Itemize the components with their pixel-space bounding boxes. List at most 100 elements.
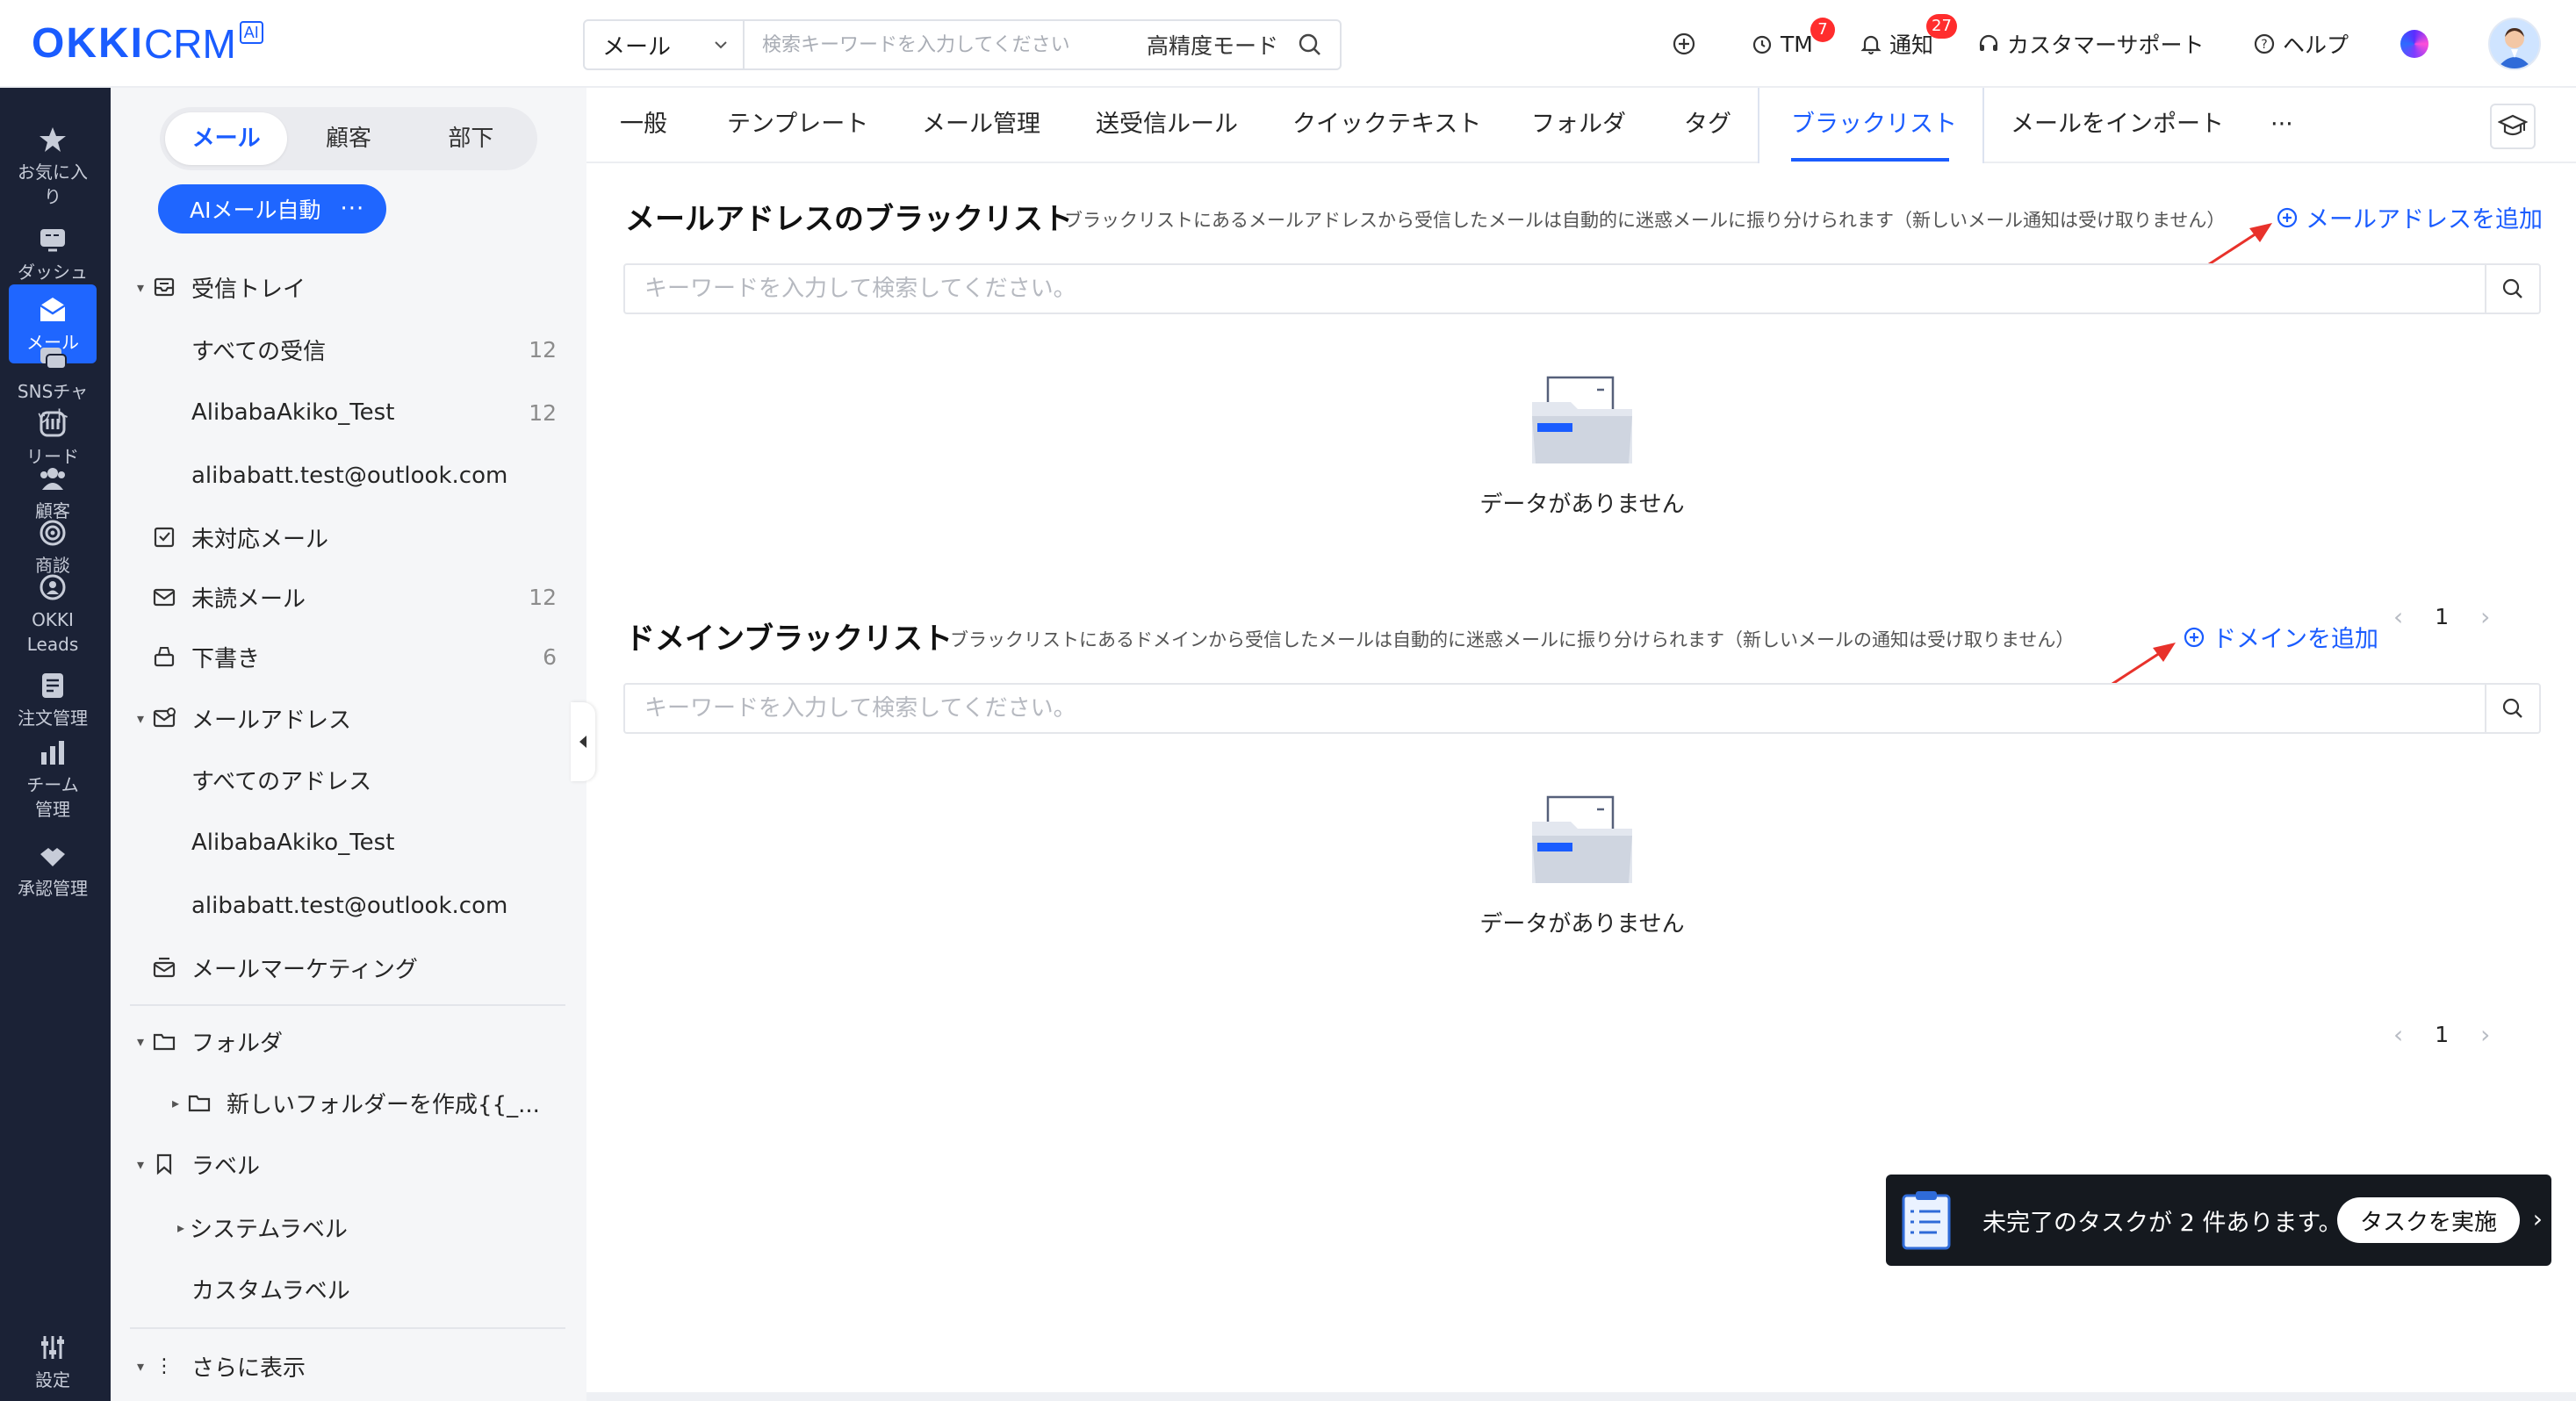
tree-addresses[interactable]: ▾ メールアドレス [111,692,586,744]
nav-favorites[interactable]: お気に入り [9,125,97,209]
email-blacklist-title: メールアドレスのブラックリスト [625,202,1073,237]
app-logo[interactable]: OKKI CRM AI [32,18,263,70]
tree-all-inbox[interactable]: すべての受信 12 [111,323,586,376]
domain-blacklist-empty: データがありません [1468,792,1696,938]
search-icon[interactable] [1294,29,1326,61]
caret-down-icon[interactable]: ▾ [132,1358,149,1375]
tab-folders[interactable]: フォルダ [1531,88,1626,162]
nav-settings[interactable]: 設定 [9,1333,97,1392]
star-icon [40,127,66,152]
tab-more[interactable]: ··· [2270,88,2293,162]
domain-blacklist-search-input[interactable] [625,685,2485,732]
caret-down-icon[interactable]: ▾ [132,279,149,296]
tree-folders-label: フォルダ [191,1030,284,1057]
chevron-right-icon[interactable]: › [2480,1020,2490,1049]
tree-marketing[interactable]: メールマーケティング [111,941,586,994]
tree-inbox-account-2[interactable]: alibabatt.test@outlook.com [111,449,586,502]
graduation-cap-icon[interactable] [2490,104,2536,149]
team-icon [41,741,64,765]
tree-unread[interactable]: 未読メール 12 [111,571,586,623]
chevron-left-icon[interactable]: ‹ [2393,602,2403,631]
tree-folders[interactable]: ▾ フォルダ [111,1015,586,1067]
tab-mail-management[interactable]: メール管理 [922,88,1040,162]
tree-inbox-account-1[interactable]: AlibabaAkiko_Test 12 [111,386,586,439]
help-button[interactable]: ? ヘルプ [2253,23,2349,65]
customers-icon [40,468,65,490]
nav-okki-leads[interactable]: OKKI Leads [9,572,97,657]
sidebar-collapse-toggle[interactable] [571,702,595,781]
segment-subordinates[interactable]: 部下 [410,112,532,165]
chevron-right-icon[interactable]: › [2533,1204,2543,1233]
tab-import-mail[interactable]: メールをインポート [2011,88,2224,162]
tree-drafts[interactable]: 下書き 6 [111,630,586,683]
customer-support-button[interactable]: カスタマーサポート [1977,23,2205,65]
tm-button[interactable]: TM [1751,23,1813,65]
nav-customers[interactable]: 顧客 [9,463,97,523]
search-input[interactable] [745,33,1147,56]
tree-new-folder[interactable]: ▸ 新しいフォルダーを作成{{_... [111,1076,586,1129]
caret-down-icon[interactable]: ▾ [132,1156,149,1173]
tab-general[interactable]: 一般 [620,88,667,162]
tree-all-addresses[interactable]: すべてのアドレス [111,753,586,806]
tree-unhandled[interactable]: 未対応メール [111,511,586,564]
add-email-address-button[interactable]: メールアドレスを追加 [2276,200,2543,234]
nav-orders[interactable]: 注文管理 [9,671,97,730]
nav-settings-label: 設定 [35,1369,70,1390]
tree-custom-labels[interactable]: カスタムラベル [111,1262,586,1315]
chevron-left-icon[interactable]: ‹ [2393,1020,2403,1049]
segment-customers[interactable]: 顧客 [287,112,409,165]
settings-icon [41,1336,64,1359]
nav-approval[interactable]: 承認管理 [9,841,97,901]
global-search: メール 高精度モード [583,19,1342,70]
email-blacklist-description: ブラックリストにあるメールアドレスから受信したメールは自動的に迷惑メールに振り分… [1064,210,2226,231]
target-icon [40,520,66,546]
search-scope-select[interactable]: メール [585,21,745,68]
question-circle-icon: ? [2254,33,2275,54]
inbox-icon [149,275,179,299]
precision-mode-toggle[interactable]: 高精度モード [1147,29,1278,61]
tab-tags[interactable]: タグ [1684,88,1731,162]
search-icon[interactable] [2485,685,2539,732]
tab-quick-text[interactable]: クイックテキスト [1292,88,1481,162]
segment-mail[interactable]: メール [165,112,288,165]
bookmark-icon [149,1152,179,1176]
nav-leads[interactable]: リード [9,409,97,469]
email-blacklist-page-number[interactable]: 1 [2435,604,2449,629]
sidebar-segment-control: メール 顧客 部下 [160,107,537,170]
quick-add-button[interactable] [1672,23,1703,65]
tree-more[interactable]: ▾ ⋮ さらに表示 [111,1340,586,1392]
domain-blacklist-page-number[interactable]: 1 [2435,1022,2449,1047]
nav-favorites-label: お気に入り [18,162,88,207]
nav-deals[interactable]: 商談 [9,518,97,578]
tab-blacklist[interactable]: ブラックリスト [1791,88,1957,162]
tree-address-account-1[interactable]: AlibabaAkiko_Test [111,816,586,869]
email-blacklist-search-input[interactable] [625,265,2485,313]
caret-right-icon[interactable]: ▸ [167,1095,184,1111]
tab-templates[interactable]: テンプレート [727,88,868,162]
add-domain-button[interactable]: ドメインを追加 [2183,620,2378,654]
search-icon[interactable] [2485,265,2539,313]
tree-inbox[interactable]: ▾ 受信トレイ [111,261,586,313]
notifications-button[interactable]: 通知 [1860,23,1933,65]
settings-tabs: 一般 テンプレート メール管理 送受信ルール クイックテキスト フォルダ タグ … [586,88,2576,163]
tree-inbox-account-2-label: alibabatt.test@outlook.com [191,463,508,489]
tab-send-receive-rules[interactable]: 送受信ルール [1096,88,1238,162]
tree-marketing-label: メールマーケティング [191,956,418,983]
alarm-clock-icon [1752,35,1772,54]
tree-labels[interactable]: ▾ ラベル [111,1138,586,1190]
tree-system-labels[interactable]: ▸ システムラベル [111,1201,586,1254]
nav-team[interactable]: チーム管理 [9,737,97,822]
tree-address-account-2[interactable]: alibabatt.test@outlook.com [111,880,586,932]
ai-auto-mail-button[interactable]: AIメール自動 ··· [158,184,386,234]
tree-custom-labels-label: カスタムラベル [191,1277,350,1304]
do-tasks-button[interactable]: タスクを実施 [2337,1197,2520,1243]
caret-down-icon[interactable]: ▾ [132,710,149,727]
caret-down-icon[interactable]: ▾ [132,1033,149,1050]
folder-icon [184,1090,214,1115]
caret-right-icon[interactable]: ▸ [172,1219,190,1236]
user-avatar[interactable] [2488,18,2541,70]
ai-assistant-icon[interactable] [2400,30,2428,58]
chevron-right-icon[interactable]: › [2480,602,2490,631]
empty-folder-icon [1532,376,1632,463]
ai-more-button[interactable]: ··· [340,196,364,222]
